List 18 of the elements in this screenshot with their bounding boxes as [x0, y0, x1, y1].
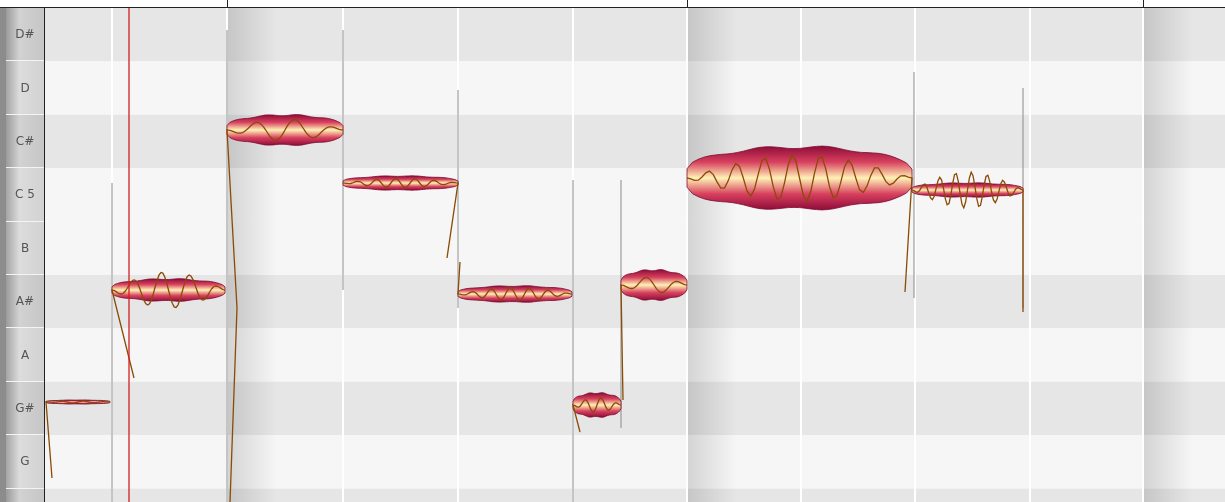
key-label: A# — [15, 294, 35, 309]
piano-key[interactable]: B — [6, 221, 44, 275]
piano-key[interactable]: G# — [6, 381, 44, 436]
key-label: A — [20, 347, 30, 362]
piano-key[interactable]: D# — [6, 8, 44, 62]
key-label: G — [20, 454, 30, 469]
piano-key[interactable]: A# — [6, 274, 44, 329]
key-label: C# — [15, 133, 35, 148]
key-label: B — [20, 240, 30, 255]
key-label: D — [20, 80, 30, 95]
piano-key[interactable]: G — [6, 435, 44, 489]
piano-key[interactable]: C 5 — [6, 168, 44, 222]
piano-key[interactable]: C# — [6, 114, 44, 169]
piano-key[interactable]: D — [6, 61, 44, 115]
key-label: D# — [15, 27, 35, 42]
key-label: G# — [15, 400, 35, 415]
piano-key[interactable]: A — [6, 328, 44, 382]
key-label: C 5 — [15, 187, 35, 202]
